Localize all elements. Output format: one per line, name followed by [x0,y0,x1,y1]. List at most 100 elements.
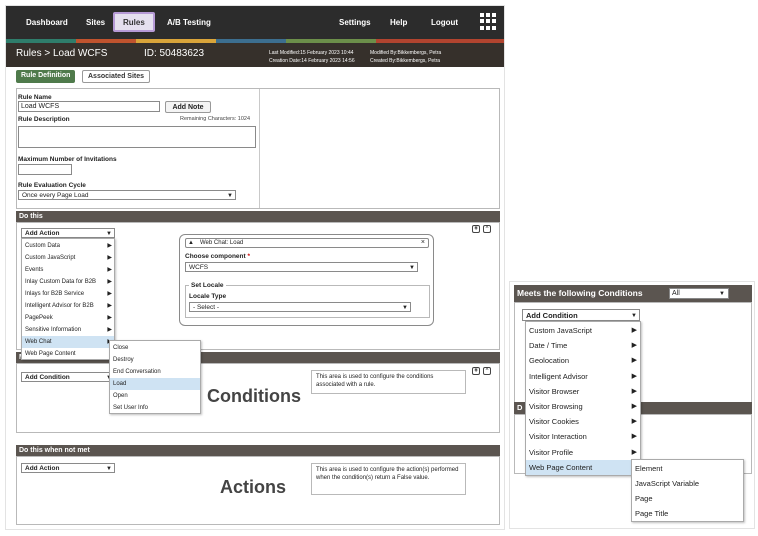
web-chat-load-panel: ▲ Web Chat: Load × Choose component * WC… [179,234,434,326]
add-action-select[interactable]: Add Action ▼ [21,228,115,238]
locale-type-label: Locale Type [189,293,227,300]
collapse-icon[interactable]: ¥ [472,367,480,375]
chevron-down-icon: ▼ [402,305,408,311]
chevron-right-icon: ▶ [631,372,637,380]
action-menu-item-custom-javascript[interactable]: Custom JavaScript ▶ [22,252,114,264]
add-action-menu: Custom Data ▶ Custom JavaScript ▶ Events ▶ Inl… [21,238,115,360]
close-icon[interactable]: × [421,239,425,247]
chevron-right-icon: ▶ [631,387,637,395]
top-nav: Dashboard Sites Rules A/B Testing Settin… [6,6,504,39]
expand-icon[interactable]: ^ [483,367,491,375]
action-menu-item-label: Inlay Custom Data for B2B [25,279,97,285]
web-chat-submenu-item-set-user-info[interactable]: Set User Info [110,402,200,414]
nav-dashboard[interactable]: Dashboard [26,6,68,39]
created-by: Created By:Bikkembergs, Petra [370,58,441,64]
collapse-arrow-icon[interactable]: ▲ [188,239,194,247]
locale-type-select[interactable]: - Select - ▼ [189,302,411,312]
meets-conditions-header: Meets the following Conditions All ▼ [514,285,752,302]
conditions-info: This area is used to configure the condi… [311,370,466,394]
action-menu-item-inlay-custom-data-for-b2b[interactable]: Inlay Custom Data for B2B ▶ [22,276,114,288]
action-menu-item-custom-data[interactable]: Custom Data ▶ [22,240,114,252]
condition-menu-item-custom-javascript[interactable]: Custom JavaScript ▶ [526,323,640,338]
condition-menu-item-visitor-browser[interactable]: Visitor Browser ▶ [526,384,640,399]
app-grid-icon[interactable] [480,13,497,30]
chevron-down-icon: ▼ [409,265,415,271]
web-chat-submenu-item-destroy[interactable]: Destroy [110,354,200,366]
condition-menu-item-label: Visitor Browsing [529,402,583,411]
web-page-content-submenu: Element JavaScript Variable Page Page Title [631,459,744,522]
nav-logout[interactable]: Logout [431,6,458,39]
component-value: WCFS [189,264,209,271]
collapse-icon[interactable]: ¥ [472,225,480,233]
chevron-down-icon: ▼ [719,291,725,297]
condition-menu-item-label: Geolocation [529,356,570,366]
action-menu-item-events[interactable]: Events ▶ [22,264,114,276]
web-page-content-submenu-item-page-title[interactable]: Page Title [632,506,743,521]
action-menu-item-sensitive-information[interactable]: Sensitive Information ▶ [22,324,114,336]
add-condition-select[interactable]: Add Condition ▼ [21,372,115,382]
chevron-right-icon: ▶ [107,243,112,249]
tab-associated-sites[interactable]: Associated Sites [82,70,151,83]
chevron-right-icon: ▶ [631,327,637,334]
expand-icon[interactable]: ^ [483,225,491,233]
nav-sites[interactable]: Sites [86,6,105,39]
rule-description-textarea[interactable] [18,126,256,148]
match-select[interactable]: All ▼ [669,288,729,299]
modified-by: Modified By:Bikkembergs, Petra [370,50,442,56]
action-menu-item-label: Custom JavaScript [25,255,76,261]
locale-value: - Select - [193,304,220,311]
web-chat-submenu-item-load[interactable]: Load [110,378,200,390]
condition-menu-item-date-time[interactable]: Date / Time ▶ [526,338,640,353]
right-add-condition-select[interactable]: Add Condition ▼ [522,309,640,321]
action-menu-item-intelligent-advisor-for-b2b[interactable]: Intelligent Advisor for B2B ▶ [22,300,114,312]
condition-menu-item-visitor-profile[interactable]: Visitor Profile ▶ [526,445,640,460]
actions-big-label: Actions [220,477,287,497]
web-chat-submenu-item-end-conversation[interactable]: End Conversation [110,366,200,378]
condition-menu-item-intelligent-advisor[interactable]: Intelligent Advisor ▶ [526,369,640,384]
eval-cycle-select[interactable]: Once every Page Load ▼ [18,190,236,200]
panel-header: ▲ Web Chat: Load × [185,238,429,248]
not-met-add-action-select[interactable]: Add Action ▼ [21,463,115,473]
action-menu-item-inlays-for-b2b-service[interactable]: Inlays for B2B Service ▶ [22,288,114,300]
action-menu-item-label: Events [25,267,44,273]
conditions-screenshot: Meets the following Conditions All ▼ D A… [509,281,755,529]
web-page-content-submenu-item-page[interactable]: Page [632,491,743,506]
add-note-button[interactable]: Add Note [165,101,211,113]
action-menu-item-web-chat[interactable]: Web Chat▶ [22,336,114,348]
rule-name-input[interactable]: Load WCFS [18,101,160,112]
web-chat-submenu-item-close[interactable]: Close [110,342,200,354]
web-page-content-submenu-item-javascript-variable[interactable]: JavaScript Variable [632,476,743,491]
condition-menu-item-label: Visitor Profile [529,447,574,457]
last-modified: Last Modified:15 February 2023 10:44 [269,50,354,56]
rule-description-label: Rule Description [18,116,70,123]
condition-menu-item-visitor-interaction[interactable]: Visitor Interaction ▶ [526,429,640,444]
max-invitations-label: Maximum Number of Invitations [18,156,117,163]
condition-menu-item-label: Web Page Content [529,462,593,472]
web-page-content-submenu-item-element[interactable]: Element [632,461,743,476]
condition-menu-item-label: Custom JavaScript [529,326,592,335]
tab-rule-definition[interactable]: Rule Definition [16,70,76,83]
condition-menu-item-web-page-content[interactable]: Web Page Content▶ [526,459,640,475]
condition-menu-item-visitor-cookies[interactable]: Visitor Cookies ▶ [526,414,640,429]
chevron-right-icon: ▶ [631,418,637,426]
condition-menu-item-label: Intelligent Advisor [529,371,588,381]
nav-settings[interactable]: Settings [339,6,371,39]
web-chat-submenu-item-open[interactable]: Open [110,390,200,402]
max-invitations-input[interactable] [18,164,72,175]
rule-id: ID: 50483623 [144,48,205,59]
chevron-right-icon: ▶ [631,433,637,441]
nav-help[interactable]: Help [390,6,407,39]
nav-rules[interactable]: Rules [113,12,155,32]
component-select[interactable]: WCFS ▼ [185,262,418,272]
action-menu-item-pagepeek[interactable]: PagePeek ▶ [22,312,114,324]
banner-stripe [76,39,136,43]
chevron-down-icon: ▼ [106,466,112,472]
action-menu-item-label: Web Chat [25,339,52,345]
set-locale-legend: Set Locale [189,282,226,289]
do-this-title: Do this [19,213,43,220]
nav-ab-testing[interactable]: A/B Testing [167,6,211,39]
condition-menu-item-geolocation[interactable]: Geolocation ▶ [526,353,640,368]
condition-menu-item-visitor-browsing[interactable]: Visitor Browsing ▶ [526,399,640,414]
action-menu-item-web-page-content[interactable]: Web Page Content [22,348,114,360]
choose-component-label: Choose component * [185,253,251,260]
